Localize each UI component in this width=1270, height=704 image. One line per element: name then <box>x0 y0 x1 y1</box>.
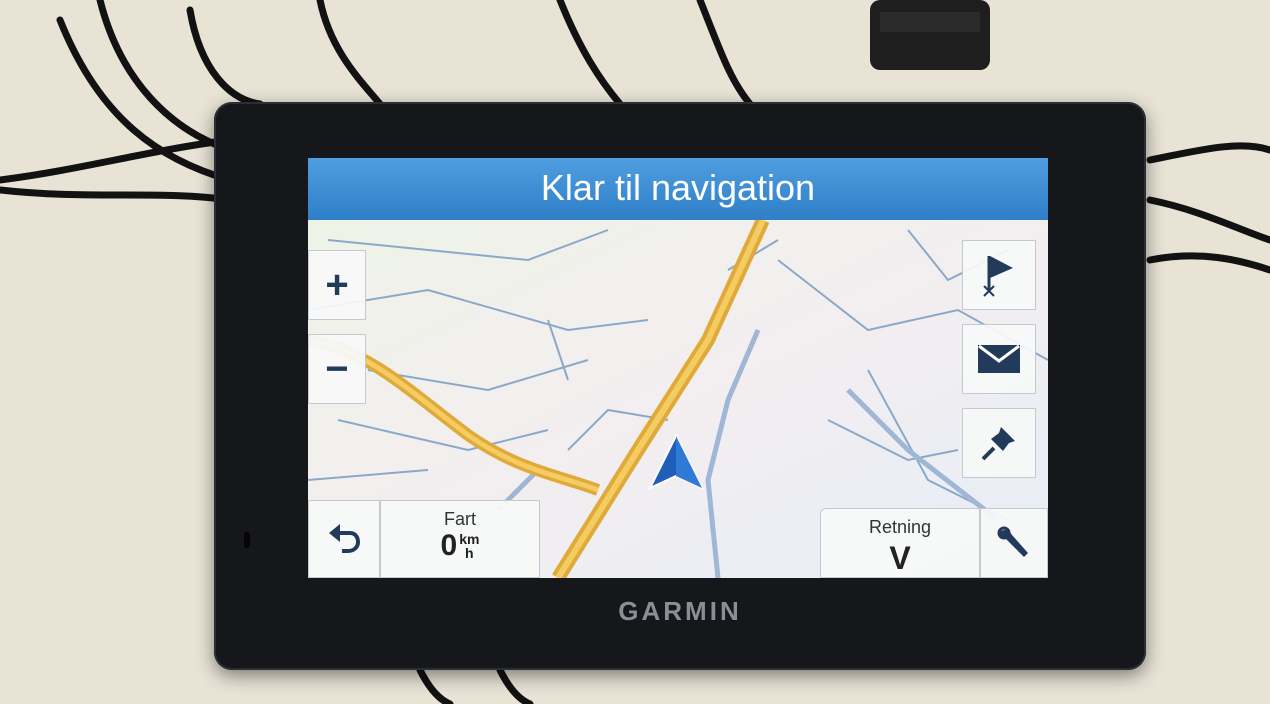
heading-label: Retning <box>868 517 932 537</box>
back-arrow-icon <box>329 524 361 553</box>
zoom-out-button[interactable]: − <box>308 334 366 404</box>
gps-device: Klar til navigation + − Fart 0 km h Retn… <box>214 102 1146 670</box>
speed-unit: km h <box>459 532 479 560</box>
settings-button[interactable] <box>980 508 1048 578</box>
gps-screen: Klar til navigation + − Fart 0 km h Retn… <box>308 158 1048 578</box>
back-button[interactable] <box>308 500 380 578</box>
minus-icon: − <box>325 346 349 391</box>
speed-value: 0 <box>440 529 458 562</box>
heading-value: V <box>889 540 911 576</box>
brand-logo: GARMIN <box>618 596 742 626</box>
envelope-icon <box>978 344 1020 373</box>
wrench-icon <box>997 526 1028 557</box>
power-led <box>244 532 250 548</box>
messages-button[interactable] <box>962 324 1036 394</box>
zoom-in-button[interactable]: + <box>308 250 366 320</box>
stop-route-button[interactable] <box>962 240 1036 310</box>
pushpin-icon <box>981 427 1015 461</box>
page-title: Klar til navigation <box>308 158 1048 220</box>
flag-icon <box>983 256 1013 297</box>
speed-label: Fart <box>443 509 476 529</box>
save-location-button[interactable] <box>962 408 1036 478</box>
plus-icon: + <box>325 262 349 307</box>
speed-display: Fart 0 km h <box>380 500 540 578</box>
speed-unit-bottom: h <box>465 545 474 561</box>
heading-display: Retning V <box>820 508 980 578</box>
